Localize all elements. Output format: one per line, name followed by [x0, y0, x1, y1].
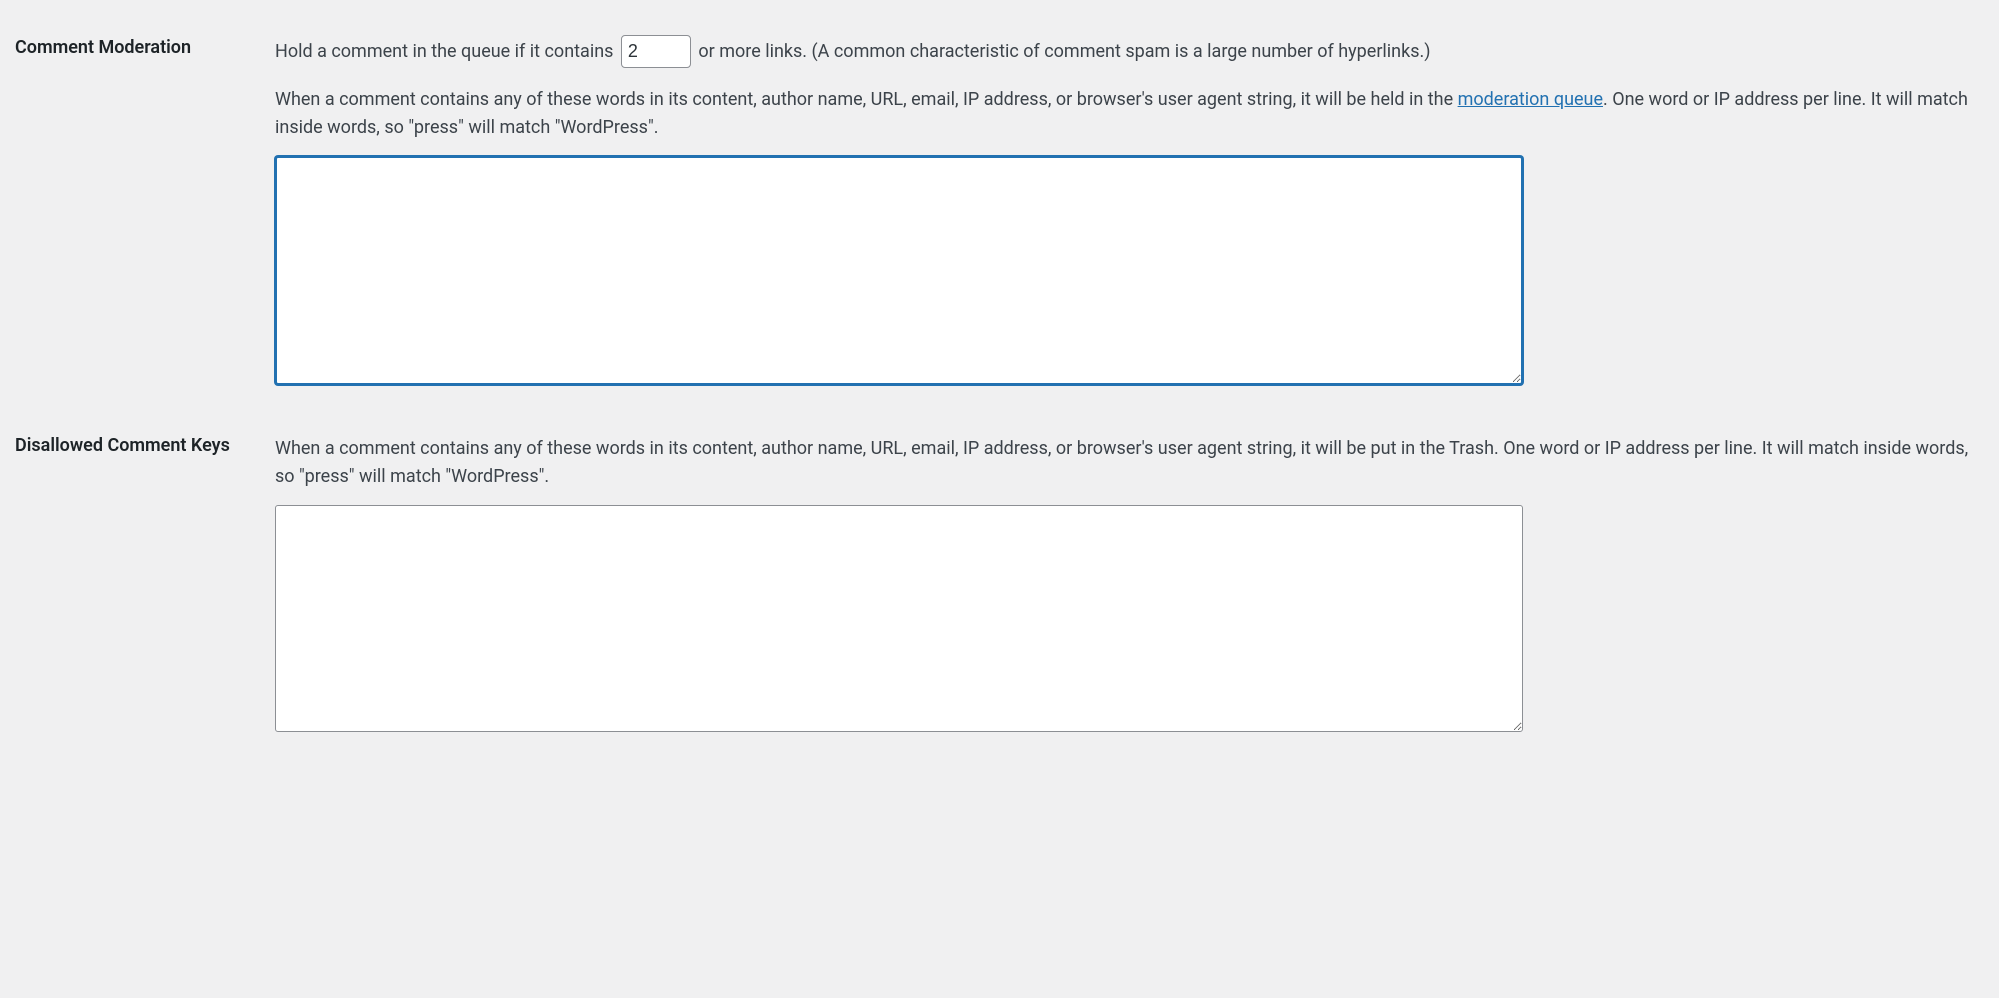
moderation-queue-link[interactable]: moderation queue — [1458, 89, 1603, 110]
comment-max-links-text-before: Hold a comment in the queue if it contai… — [275, 41, 613, 62]
comment-moderation-heading: Comment Moderation — [15, 25, 275, 405]
disallowed-comment-keys-heading: Disallowed Comment Keys — [15, 405, 275, 752]
moderation-keys-description: When a comment contains any of these wor… — [275, 86, 1974, 142]
moderation-desc-before: When a comment contains any of these wor… — [275, 89, 1458, 110]
comment-max-links-input[interactable] — [621, 35, 691, 68]
disallowed-keys-description: When a comment contains any of these wor… — [275, 435, 1974, 491]
disallowed-keys-textarea[interactable] — [275, 505, 1523, 732]
moderation-keys-textarea[interactable] — [275, 156, 1523, 385]
comment-max-links-text-after: or more links. (A common characteristic … — [698, 41, 1430, 62]
comment-max-links-paragraph: Hold a comment in the queue if it contai… — [275, 35, 1974, 68]
